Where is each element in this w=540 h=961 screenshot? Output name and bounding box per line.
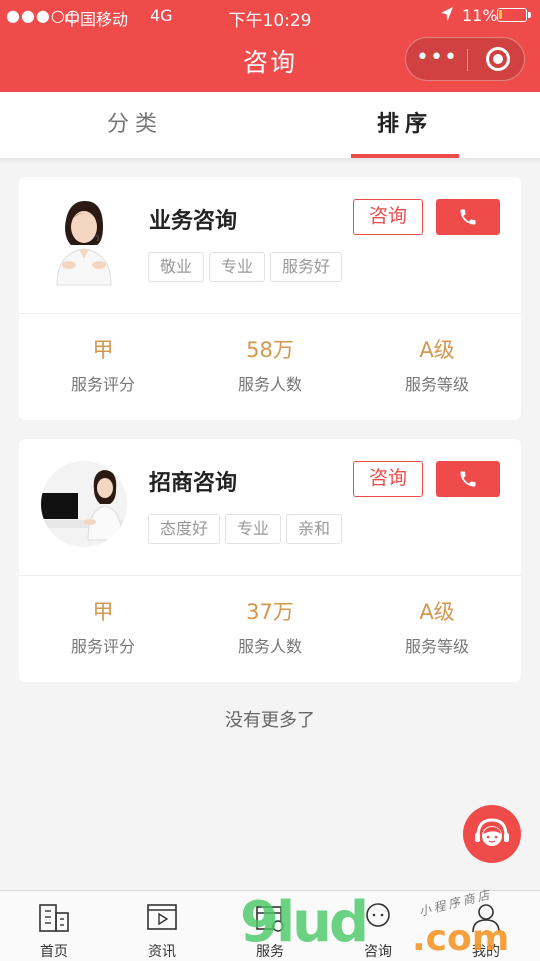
consultant-name: 招商咨询 [149, 471, 238, 496]
stat-label: 服务评分 [70, 637, 135, 656]
miniprogram-capsule: ••• [405, 37, 525, 81]
call-button[interactable] [436, 199, 500, 235]
tabs-shadow [0, 158, 540, 164]
tabbar-item-home[interactable]: 首页 [0, 891, 108, 961]
tab-bar-top: 分类 排序 [0, 92, 540, 158]
stat-label: 服务等级 [404, 375, 469, 394]
card-divider [19, 313, 521, 314]
user-icon [472, 904, 500, 933]
stat-served: 37万 服务人数 [186, 597, 354, 657]
stat-label: 服务人数 [237, 637, 302, 656]
stat-value: 甲 [92, 338, 114, 362]
consultant-name: 业务咨询 [149, 209, 238, 234]
nav-bar: 咨询 ••• [0, 30, 540, 92]
stat-label: 服务评分 [70, 375, 135, 394]
stat-value: 58万 [246, 338, 294, 362]
avatar [39, 197, 127, 287]
tabbar-label: 我的 [472, 944, 500, 960]
location-arrow-icon [440, 5, 454, 27]
battery-icon [497, 8, 531, 22]
tag: 亲和 [286, 514, 343, 544]
tabbar-item-me[interactable]: 我的 [432, 891, 540, 961]
call-button[interactable] [436, 461, 500, 497]
chat-icon [366, 903, 390, 927]
tab-sort[interactable]: 排序 [270, 92, 540, 158]
tag-list: 态度好 专业 亲和 [148, 514, 347, 544]
consult-button[interactable]: 咨询 [353, 461, 423, 497]
end-of-list-text: 没有更多了 [225, 710, 315, 731]
stat-value: A级 [419, 338, 455, 362]
tabbar-label: 首页 [40, 944, 68, 960]
stat-value: A级 [419, 600, 455, 624]
tabbar-label: 服务 [256, 944, 284, 960]
tab-category[interactable]: 分类 [0, 92, 270, 158]
stat-served: 58万 服务人数 [186, 335, 354, 395]
battery-nub [528, 12, 531, 18]
tag-list: 敬业 专业 服务好 [148, 252, 347, 282]
stat-level: A级 服务等级 [353, 335, 521, 395]
phone-icon [460, 209, 476, 225]
stat-value: 37万 [246, 600, 294, 624]
more-dots-icon[interactable]: ••• [406, 44, 468, 72]
consult-button[interactable]: 咨询 [353, 199, 423, 235]
stat-rating: 甲 服务评分 [19, 335, 187, 395]
tag: 态度好 [148, 514, 221, 544]
tag: 专业 [209, 252, 266, 282]
tag: 服务好 [270, 252, 343, 282]
target-circle-icon[interactable] [486, 47, 510, 71]
tabbar-label: 资讯 [148, 944, 176, 960]
stat-level: A级 服务等级 [353, 597, 521, 657]
consultant-card[interactable]: 招商咨询 咨询 态度好 专业 亲和 甲 服务评分 37万 服务人数 A级 服务等级 [19, 439, 521, 682]
status-bar: ●●●○○ 中国移动 4G 下午10:29 11% [0, 0, 540, 31]
consultant-card[interactable]: 业务咨询 咨询 敬业 专业 服务好 甲 服务评分 58万 服务人数 A级 服务等级 [19, 177, 521, 420]
phone-icon [460, 471, 476, 487]
battery-level [499, 10, 502, 19]
battery-percent: 11% [462, 6, 498, 25]
capsule-divider [467, 49, 468, 71]
stat-rating: 甲 服务评分 [19, 597, 187, 657]
stat-label: 服务等级 [404, 637, 469, 656]
customer-service-button[interactable] [463, 805, 521, 863]
clock: 下午10:29 [228, 11, 312, 31]
card-divider [19, 575, 521, 576]
tabbar-item-news[interactable]: 资讯 [108, 891, 216, 961]
stat-label: 服务人数 [237, 375, 302, 394]
tabbar-item-consult[interactable]: 咨询 [324, 891, 432, 961]
tag: 敬业 [148, 252, 205, 282]
tabbar-item-service[interactable]: 服务 [216, 891, 324, 961]
bottom-tab-bar: 首页 资讯 服务 咨询 我的 [0, 890, 540, 961]
avatar [40, 460, 128, 550]
tag: 专业 [225, 514, 282, 544]
stat-value: 甲 [92, 600, 114, 624]
video-icon [147, 904, 177, 930]
building-icon [39, 904, 69, 932]
calendar-icon [256, 906, 284, 932]
customer-service-icon [475, 818, 509, 846]
tabbar-label: 咨询 [364, 944, 392, 960]
